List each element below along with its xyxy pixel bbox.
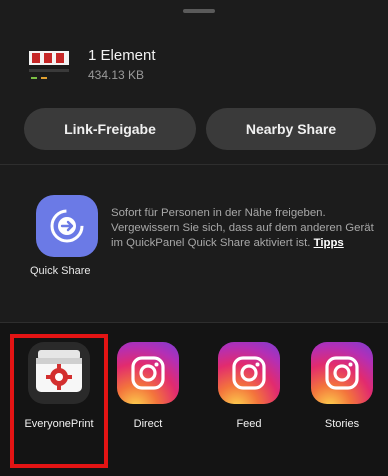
instagram-icon	[311, 342, 373, 404]
app-label: Direct	[133, 418, 163, 430]
drag-handle[interactable]	[183, 9, 215, 13]
app-label: Feed	[236, 418, 262, 430]
file-title: 1 Element	[88, 47, 156, 64]
quick-share-label: Quick Share	[30, 265, 91, 277]
app-label: Stories	[324, 418, 360, 430]
quick-share-description: Sofort für Personen in der Nähe freigebe…	[111, 206, 383, 251]
instagram-icon	[218, 342, 280, 404]
link-share-button[interactable]: Link-Freigabe	[24, 108, 196, 150]
instagram-icon	[117, 342, 179, 404]
nearby-share-button[interactable]: Nearby Share	[206, 108, 376, 150]
file-size: 434.13 KB	[88, 68, 145, 82]
app-instagram-feed[interactable]: Feed	[208, 342, 290, 432]
app-instagram-stories[interactable]: Stories	[301, 342, 383, 432]
quick-share-icon[interactable]	[36, 195, 98, 257]
divider	[0, 164, 388, 165]
file-thumbnail	[27, 47, 71, 87]
app-instagram-direct[interactable]: Direct	[107, 342, 189, 432]
highlight-box	[10, 334, 108, 468]
tips-link[interactable]: Tipps	[314, 237, 344, 249]
share-sheet: 1 Element 434.13 KB Link-Freigabe Nearby…	[0, 0, 388, 476]
